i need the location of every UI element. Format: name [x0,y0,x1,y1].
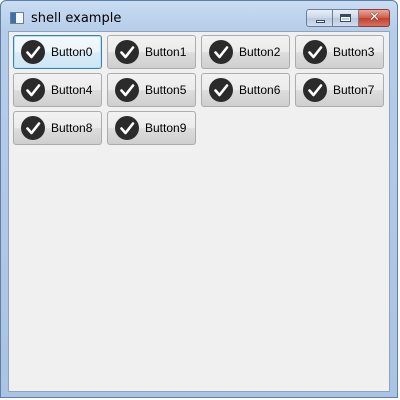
check-circle-icon [21,78,45,102]
button-5[interactable]: Button5 [107,73,196,107]
button-4[interactable]: Button4 [13,73,102,107]
minimize-button[interactable] [306,9,333,27]
button-label: Button3 [333,45,375,59]
maximize-button[interactable] [333,9,359,27]
maximize-icon [340,14,351,22]
button-label: Button2 [239,45,281,59]
check-circle-icon [209,78,233,102]
client-area: Button0 Button1 Button2 Button3 Button4 Butto… [8,31,390,392]
check-circle-icon [303,78,327,102]
check-circle-icon [21,116,45,140]
button-label: Button6 [239,83,281,97]
button-2[interactable]: Button2 [201,35,290,69]
button-label: Button8 [51,121,93,135]
button-label: Button1 [145,45,187,59]
caption-buttons: ✕ [306,9,390,28]
button-6[interactable]: Button6 [201,73,290,107]
check-circle-icon [115,40,139,64]
title-bar[interactable]: shell example ✕ [1,1,397,31]
button-3[interactable]: Button3 [295,35,384,69]
button-label: Button4 [51,83,93,97]
check-circle-icon [21,40,45,64]
check-circle-icon [303,40,327,64]
button-8[interactable]: Button8 [13,111,102,145]
button-1[interactable]: Button1 [107,35,196,69]
button-label: Button0 [51,45,93,59]
check-circle-icon [115,78,139,102]
button-9[interactable]: Button9 [107,111,196,145]
app-window: shell example ✕ Button0 Button1 Button2 But… [0,0,398,398]
check-circle-icon [115,116,139,140]
window-app-icon[interactable] [10,12,24,24]
button-7[interactable]: Button7 [295,73,384,107]
check-circle-icon [209,40,233,64]
button-0[interactable]: Button0 [13,35,102,69]
window-title: shell example [31,11,122,26]
minimize-icon [316,20,325,23]
close-button[interactable]: ✕ [359,9,390,27]
button-label: Button9 [145,121,187,135]
button-label: Button7 [333,83,375,97]
close-icon: ✕ [369,10,380,25]
button-label: Button5 [145,83,187,97]
